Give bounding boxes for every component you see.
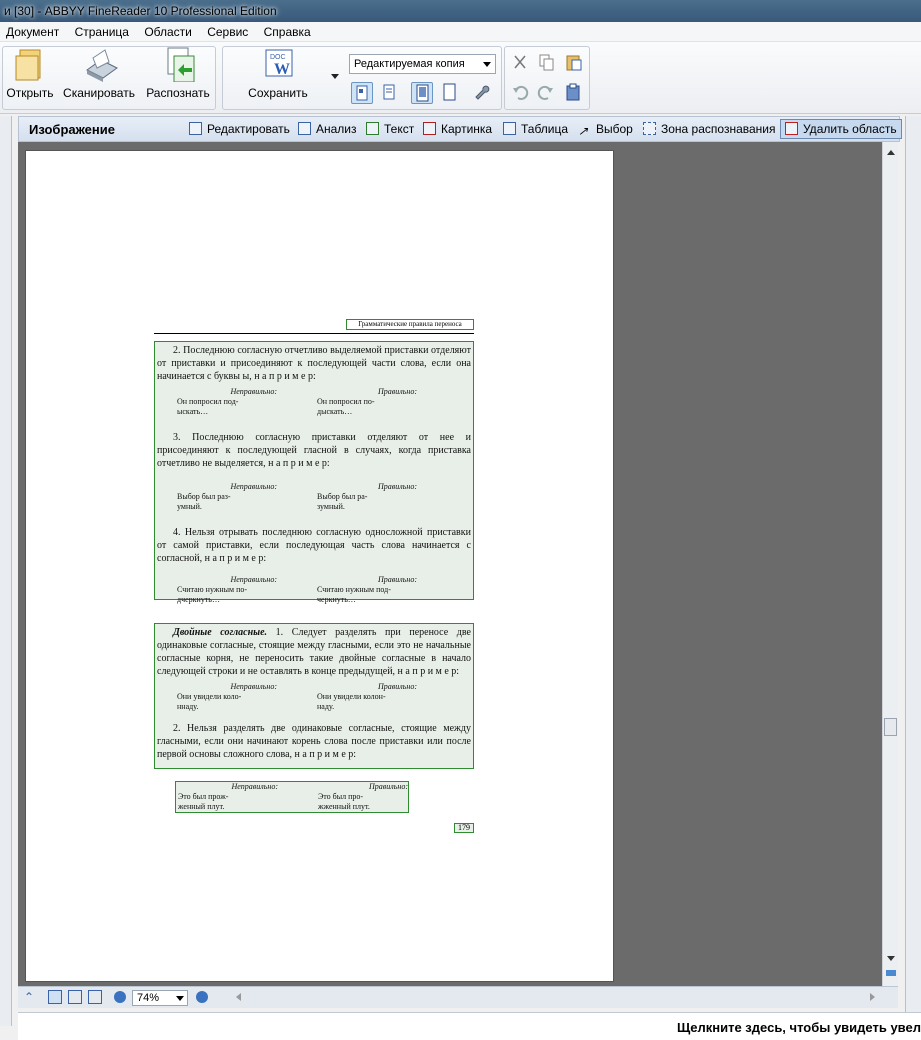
double-consonants-paragraph-2: 2. Нельзя разделять две одинаковые согла…	[157, 723, 471, 760]
recognize-icon	[162, 46, 195, 83]
image-panel-toolbar: Изображение Редактировать Анализ Текст К…	[18, 116, 902, 142]
menu-bar: Документ Страница Области Сервис Справка	[0, 22, 921, 42]
paste-icon[interactable]	[563, 52, 585, 74]
fit-page-icon[interactable]	[48, 990, 62, 1004]
prev-page-icon[interactable]	[886, 970, 896, 976]
save-format-select[interactable]: Редактируемая копия	[349, 54, 496, 74]
status-text: Щелкните здесь, чтобы увидеть увел	[677, 1020, 921, 1035]
analyze-icon	[298, 122, 311, 135]
example-2: Неправильно: Выбор был раз-умный. Правиль…	[177, 482, 417, 511]
image-viewer[interactable]: Грамматические правила переноса 2. После…	[18, 142, 882, 986]
recognize-label: Распознать	[146, 86, 210, 100]
cursor-icon: ↗	[578, 124, 589, 138]
copy-icon[interactable]	[536, 52, 558, 74]
viewer-bottom-bar: ⌃ 74%	[18, 986, 898, 1008]
collapse-up-icon[interactable]: ⌃	[24, 990, 38, 1004]
save-dropdown-arrow[interactable]	[331, 74, 339, 79]
scroll-thumb[interactable]	[884, 718, 897, 736]
zoom-out-icon[interactable]	[114, 991, 126, 1003]
image-panel-title: Изображение	[29, 122, 115, 137]
table-area-icon	[503, 122, 516, 135]
dashed-zone-icon	[643, 122, 656, 135]
main-toolbar: Открыть Сканировать Распознать DOC W Сохр…	[0, 42, 921, 114]
tool-table-area[interactable]: Таблица	[503, 122, 568, 136]
menu-areas[interactable]: Области	[138, 22, 198, 40]
tool-text-area[interactable]: Текст	[366, 122, 414, 136]
menu-document[interactable]: Документ	[0, 22, 65, 40]
pages-pane-collapsed[interactable]	[0, 116, 12, 1026]
text-block-2[interactable]: Двойные согласные. 1. Следует разделять …	[154, 623, 474, 769]
scroll-left-icon[interactable]	[236, 993, 241, 1001]
document-page[interactable]: Грамматические правила переноса 2. После…	[25, 150, 614, 982]
redo-icon[interactable]	[536, 82, 558, 104]
zoom-value: 74%	[137, 992, 160, 1004]
status-bar[interactable]: Щелкните здесь, чтобы увидеть увел	[18, 1012, 921, 1040]
picture-area-icon	[423, 122, 436, 135]
edit-image-icon	[189, 122, 202, 135]
paragraph-3: 3. Последнюю согласную приставки отделяю…	[157, 432, 471, 469]
scan-label: Сканировать	[63, 86, 135, 100]
page-view-button[interactable]	[411, 82, 433, 104]
open-icon	[14, 46, 46, 82]
chevron-down-icon	[483, 62, 491, 67]
document-view-button[interactable]	[439, 82, 461, 104]
window-title: и [30] - ABBYY FineReader 10 Professiona…	[4, 4, 277, 18]
copy-to-clipboard-icon[interactable]	[563, 82, 585, 104]
svg-text:W: W	[274, 61, 290, 78]
zoom-in-icon[interactable]	[196, 991, 208, 1003]
example-5: Неправильно: Это был прож-женный плут. Пр…	[178, 782, 408, 811]
fit-width-icon[interactable]	[68, 990, 82, 1004]
save-format-value: Редактируемая копия	[354, 58, 465, 70]
section-title: Двойные согласные.	[173, 627, 268, 638]
delete-area-icon	[785, 122, 798, 135]
scanner-icon	[83, 46, 118, 82]
page-number-block[interactable]: 179	[454, 823, 474, 833]
undo-icon[interactable]	[510, 82, 532, 104]
menu-service[interactable]: Сервис	[201, 22, 254, 40]
tool-edit[interactable]: Редактировать	[189, 122, 290, 136]
text-pane-collapsed[interactable]	[905, 116, 921, 1026]
text-block-3[interactable]: Неправильно: Это был прож-женный плут. Пр…	[175, 781, 409, 813]
save-button[interactable]: DOC W Сохранить	[240, 46, 316, 106]
header-rule	[154, 333, 474, 334]
text-block-1[interactable]: 2. Последнюю согласную отчетливо выделяе…	[154, 341, 474, 604]
svg-text:DOC: DOC	[270, 54, 286, 61]
scroll-right-icon[interactable]	[870, 993, 875, 1001]
scroll-up-icon[interactable]	[887, 150, 895, 155]
text-area-icon	[366, 122, 379, 135]
double-consonants-paragraph: Двойные согласные. 1. Следует разделять …	[157, 627, 471, 677]
recognize-button[interactable]: Распознать	[144, 46, 212, 106]
paragraph-4: 4. Нельзя отрывать последнюю согласную о…	[157, 527, 471, 564]
menu-help[interactable]: Справка	[258, 22, 317, 40]
save-label: Сохранить	[248, 86, 308, 100]
header-text-block[interactable]: Грамматические правила переноса	[346, 319, 474, 330]
options-wrench-icon[interactable]	[471, 82, 493, 104]
word-doc-icon: DOC W	[262, 46, 294, 82]
tool-picture-area[interactable]: Картинка	[423, 122, 492, 136]
paragraph-2: 2. Последнюю согласную отчетливо выделяе…	[157, 345, 471, 382]
scan-button[interactable]: Сканировать	[62, 46, 136, 106]
tool-analyze[interactable]: Анализ	[298, 122, 357, 136]
tool-delete-area[interactable]: Удалить область	[780, 119, 902, 139]
example-1: Неправильно: Он попросил под-ыскать… Прав…	[177, 387, 417, 416]
tool-recognition-zone[interactable]: Зона распознавания	[643, 122, 776, 136]
title-bar: и [30] - ABBYY FineReader 10 Professiona…	[0, 0, 921, 22]
layout-text-button[interactable]	[379, 82, 401, 104]
cut-icon[interactable]	[510, 52, 532, 74]
open-label: Открыть	[6, 86, 54, 100]
tool-select[interactable]: ↗ Выбор	[578, 122, 633, 138]
chevron-down-icon	[176, 996, 184, 1001]
vertical-scrollbar[interactable]	[882, 142, 898, 986]
menu-page[interactable]: Страница	[69, 22, 135, 40]
example-3: Неправильно: Считаю нужным по-дчеркнуть… …	[177, 575, 417, 604]
layout-exact-copy-button[interactable]	[351, 82, 373, 104]
open-button[interactable]: Открыть	[4, 46, 56, 106]
example-4: Неправильно: Они увидели коло-ннаду. Прав…	[177, 682, 417, 711]
scroll-down-icon[interactable]	[887, 956, 895, 961]
zoom-select[interactable]: 74%	[132, 990, 188, 1006]
actual-size-icon[interactable]	[88, 990, 102, 1004]
